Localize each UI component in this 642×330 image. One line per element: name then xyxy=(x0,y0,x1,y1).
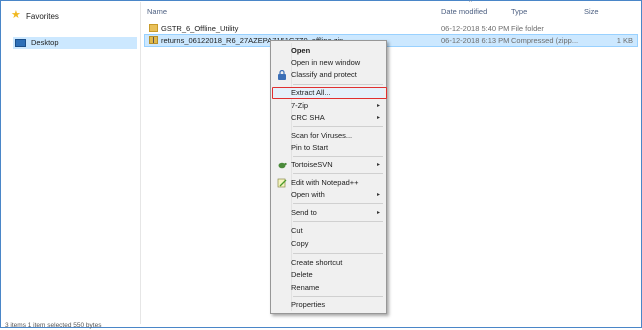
menu-item-edit-notepad[interactable]: Edit with Notepad++ xyxy=(273,177,384,189)
menu-item-label: 7-Zip xyxy=(291,101,309,110)
submenu-arrow-icon: ▸ xyxy=(376,162,380,168)
submenu-arrow-icon: ▸ xyxy=(376,115,380,121)
menu-item-label: Properties xyxy=(291,300,326,309)
nav-item-desktop[interactable]: Desktop xyxy=(13,37,137,49)
submenu-arrow-icon: ▸ xyxy=(376,192,380,198)
menu-item-label: TortoiseSVN xyxy=(291,160,333,169)
star-icon: ★ xyxy=(11,9,21,21)
context-menu: Open Open in new window Classify and pro… xyxy=(270,40,387,314)
menu-item-delete[interactable]: Delete xyxy=(273,269,384,281)
file-row[interactable]: GSTR_6_Offline_Utility 06-12-2018 5:40 P… xyxy=(145,23,637,34)
file-size: 1 KB xyxy=(616,36,633,45)
pane-divider[interactable] xyxy=(140,2,141,324)
menu-item-label: Send to xyxy=(291,208,317,217)
menu-item-send-to[interactable]: Send to ▸ xyxy=(273,207,384,219)
menu-item-open-with[interactable]: Open with ▸ xyxy=(273,189,384,201)
tortoise-icon xyxy=(278,162,287,169)
highlight-box xyxy=(272,87,387,99)
navigation-pane: ★ Favorites Desktop xyxy=(2,2,139,324)
menu-item-label: Open xyxy=(291,46,311,55)
menu-item-properties[interactable]: Properties xyxy=(273,299,384,311)
menu-separator xyxy=(293,221,383,222)
file-type: Compressed (zipp... xyxy=(511,36,579,45)
menu-separator xyxy=(293,296,383,297)
menu-item-cut[interactable]: Cut xyxy=(273,225,384,237)
menu-separator xyxy=(293,203,383,204)
menu-separator xyxy=(293,126,383,127)
nav-item-label: Desktop xyxy=(31,38,59,47)
status-bar: 3 items 1 item selected 550 bytes xyxy=(5,322,102,329)
menu-item-label: CRC SHA xyxy=(291,113,325,122)
menu-item-label: Scan for Viruses... xyxy=(291,131,353,140)
file-row-selected[interactable]: returns_06122018_R6_27AZEPA7151G7Z0_offl… xyxy=(144,34,638,47)
menu-separator xyxy=(293,84,383,85)
desktop-icon xyxy=(15,39,26,47)
menu-separator xyxy=(293,253,383,254)
menu-item-label: Rename xyxy=(291,283,320,292)
menu-item-tortoisesvn[interactable]: TortoiseSVN ▸ xyxy=(273,159,384,171)
menu-item-label: Copy xyxy=(291,239,309,248)
file-date: 06-12-2018 6:13 PM xyxy=(441,36,510,45)
menu-item-copy[interactable]: Copy xyxy=(273,238,384,250)
file-date: 06-12-2018 5:40 PM xyxy=(441,24,510,33)
submenu-arrow-icon: ▸ xyxy=(376,210,380,216)
menu-item-label: Cut xyxy=(291,226,303,235)
zip-folder-icon xyxy=(149,36,158,44)
file-name: GSTR_6_Offline_Utility xyxy=(161,24,239,33)
lock-icon xyxy=(278,70,286,80)
sort-caret-icon: ^ xyxy=(469,0,472,6)
menu-item-7zip[interactable]: 7-Zip ▸ xyxy=(273,100,384,112)
nav-item-favorites[interactable]: ★ Favorites xyxy=(11,9,150,23)
menu-separator xyxy=(293,156,383,157)
column-header-type[interactable]: Type xyxy=(511,7,527,17)
column-header-date[interactable]: Date modified xyxy=(441,7,487,17)
menu-item-open-new-window[interactable]: Open in new window xyxy=(273,57,384,69)
menu-item-pin-start[interactable]: Pin to Start xyxy=(273,142,384,154)
menu-item-label: Pin to Start xyxy=(291,143,329,152)
submenu-arrow-icon: ▸ xyxy=(376,103,380,109)
menu-item-open[interactable]: Open xyxy=(273,45,384,57)
menu-item-label: Delete xyxy=(291,270,313,279)
menu-item-label: Classify and protect xyxy=(291,70,357,79)
menu-item-scan-viruses[interactable]: Scan for Viruses... xyxy=(273,130,384,142)
menu-item-label: Open in new window xyxy=(291,58,361,67)
menu-item-label: Open with xyxy=(291,190,325,199)
nav-item-label: Favorites xyxy=(26,12,59,21)
menu-separator xyxy=(293,173,383,174)
menu-item-label: Edit with Notepad++ xyxy=(291,178,359,187)
menu-item-create-shortcut[interactable]: Create shortcut xyxy=(273,257,384,269)
menu-item-label: Create shortcut xyxy=(291,258,343,267)
notepad-icon xyxy=(277,178,287,188)
menu-item-classify-protect[interactable]: Classify and protect xyxy=(273,69,384,81)
folder-icon xyxy=(149,24,158,32)
column-header-name[interactable]: Name xyxy=(147,7,167,17)
file-type: File folder xyxy=(511,24,544,33)
menu-item-crc-sha[interactable]: CRC SHA ▸ xyxy=(273,112,384,124)
menu-item-rename[interactable]: Rename xyxy=(273,282,384,294)
column-header-size[interactable]: Size xyxy=(584,7,599,17)
